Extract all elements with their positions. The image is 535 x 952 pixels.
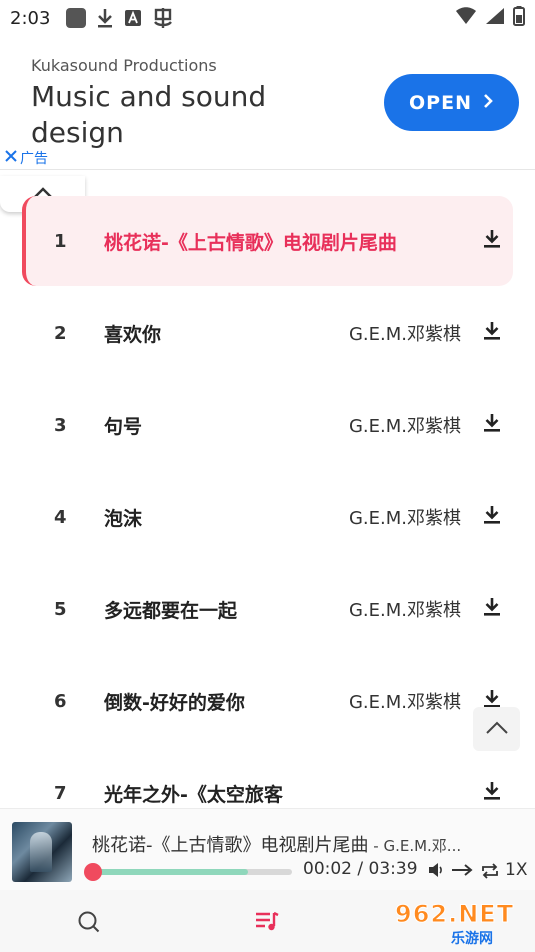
song-row[interactable]: 3 句号 G.E.M.邓紫棋 xyxy=(22,380,513,470)
song-number: 7 xyxy=(54,782,67,804)
song-title: 倒数-好好的爱你 xyxy=(104,691,245,714)
status-system-icons xyxy=(455,6,525,30)
song-artist: G.E.M.邓紫棋 xyxy=(348,324,461,345)
playback-speed[interactable]: 1X xyxy=(505,860,527,880)
time-separator: / xyxy=(352,859,369,879)
total-time: 03:39 xyxy=(368,859,418,879)
progress-buffer xyxy=(92,869,248,875)
download-icon[interactable] xyxy=(483,413,501,437)
watermark-sub: 乐游网 xyxy=(451,931,493,947)
song-row[interactable]: 2 喜欢你 G.E.M.邓紫棋 xyxy=(22,288,513,378)
ad-open-button[interactable]: OPEN xyxy=(384,74,519,131)
wifi-icon xyxy=(455,7,477,29)
song-row[interactable]: 1 桃花诺-《上古情歌》电视剧片尾曲 xyxy=(22,196,513,286)
now-playing-title: 桃花诺-《上古情歌》电视剧片尾曲 xyxy=(92,835,369,856)
volume-icon[interactable] xyxy=(428,862,444,882)
song-title: 泡沫 xyxy=(104,507,143,530)
now-playing-text[interactable]: 桃花诺-《上古情歌》电视剧片尾曲 - G.E.M.邓... xyxy=(92,831,522,857)
status-notification-icons xyxy=(66,7,174,29)
song-title: 光年之外-《太空旅客 xyxy=(104,783,283,806)
translate-notification-icon xyxy=(124,9,142,27)
ad-title[interactable]: Music and sound design xyxy=(31,79,311,151)
song-number: 1 xyxy=(54,230,67,252)
close-icon xyxy=(4,149,18,167)
status-bar: 2:03 xyxy=(0,0,535,36)
song-number: 3 xyxy=(54,414,67,436)
download-icon[interactable] xyxy=(483,505,501,529)
song-row[interactable]: 5 多远都要在一起 G.E.M.邓紫棋 xyxy=(22,564,513,654)
song-artist: G.E.M.邓紫棋 xyxy=(348,600,461,621)
battery-icon xyxy=(513,6,525,30)
ad-banner[interactable]: Kukasound Productions Music and sound de… xyxy=(0,36,535,170)
song-list: 1 桃花诺-《上古情歌》电视剧片尾曲 2 喜欢你 G.E.M.邓紫棋 3 句号 … xyxy=(0,196,535,808)
song-title: 句号 xyxy=(104,415,143,438)
album-cover[interactable] xyxy=(12,822,72,882)
playlist-icon[interactable] xyxy=(254,910,280,938)
time-display: 00:02 / 03:39 xyxy=(303,859,418,879)
progress-knob[interactable] xyxy=(84,863,102,881)
app-notification-icon xyxy=(66,8,87,28)
signal-icon xyxy=(485,7,505,29)
song-number: 4 xyxy=(54,506,67,528)
song-row[interactable]: 4 泡沫 G.E.M.邓紫棋 xyxy=(22,472,513,562)
now-playing-artist: - G.E.M.邓... xyxy=(368,837,462,855)
song-artist: G.E.M.邓紫棋 xyxy=(348,508,461,529)
player-bar: 桃花诺-《上古情歌》电视剧片尾曲 - G.E.M.邓... 00:02 / 03… xyxy=(0,808,535,890)
song-title: 桃花诺-《上古情歌》电视剧片尾曲 xyxy=(104,231,397,254)
song-artist: G.E.M.邓紫棋 xyxy=(348,692,461,713)
download-icon[interactable] xyxy=(483,781,501,805)
song-title: 多远都要在一起 xyxy=(104,599,238,622)
sequential-play-icon[interactable] xyxy=(451,862,473,882)
download-icon[interactable] xyxy=(483,229,501,253)
download-icon[interactable] xyxy=(483,597,501,621)
ad-sponsor: Kukasound Productions xyxy=(31,56,217,75)
song-number: 5 xyxy=(54,598,67,620)
status-time: 2:03 xyxy=(10,7,51,29)
song-row[interactable]: 7 光年之外-《太空旅客 xyxy=(22,748,513,808)
ad-close-button[interactable]: 广告 xyxy=(4,148,48,168)
bug-notification-icon xyxy=(152,7,174,29)
watermark-main: 962.NET xyxy=(394,900,515,929)
chevron-right-icon xyxy=(482,92,494,114)
current-time: 00:02 xyxy=(303,859,352,879)
progress-bar[interactable] xyxy=(92,869,292,875)
download-notification-icon xyxy=(96,8,114,28)
chevron-up-icon xyxy=(485,720,509,739)
song-row[interactable]: 6 倒数-好好的爱你 G.E.M.邓紫棋 xyxy=(22,656,513,746)
song-number: 2 xyxy=(54,322,67,344)
ad-label: 广告 xyxy=(20,151,48,167)
repeat-icon[interactable] xyxy=(480,862,500,884)
song-artist: G.E.M.邓紫棋 xyxy=(348,416,461,437)
song-title: 喜欢你 xyxy=(104,323,162,346)
download-icon[interactable] xyxy=(483,321,501,345)
scroll-to-top-button[interactable] xyxy=(473,707,520,751)
watermark-logo: 962.NET 乐游网 xyxy=(394,900,530,948)
song-number: 6 xyxy=(54,690,67,712)
ad-open-label: OPEN xyxy=(409,91,472,114)
search-icon[interactable] xyxy=(77,910,101,938)
